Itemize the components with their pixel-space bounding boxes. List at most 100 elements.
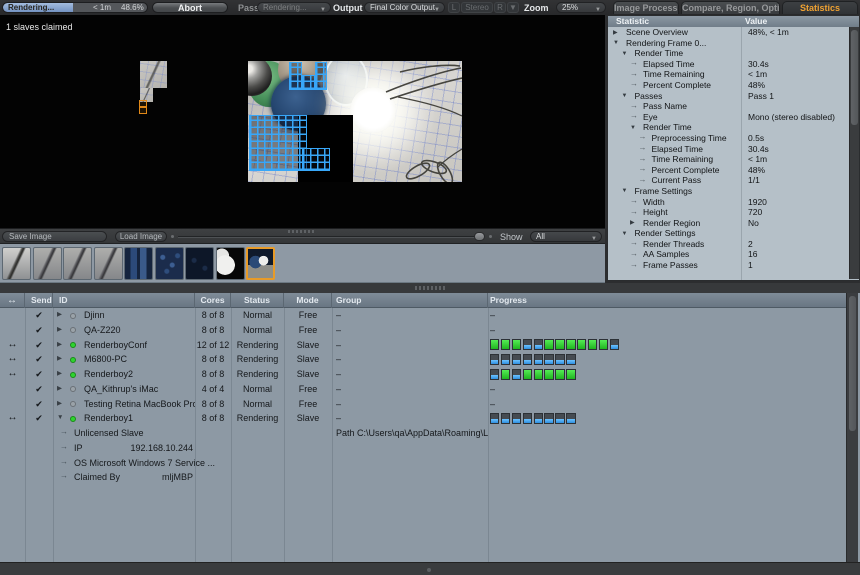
send-checkbox[interactable]: ✔	[25, 308, 53, 323]
row-collapsed-icon[interactable]: ▶	[57, 382, 62, 397]
row-expanded-icon[interactable]: ▼	[57, 411, 63, 426]
pane-splitter[interactable]	[0, 283, 860, 293]
stereo-right-button[interactable]: R	[494, 2, 506, 13]
tree-expanded-icon[interactable]: ▼	[622, 91, 628, 102]
statistics-row[interactable]: →Frame Passes1	[608, 260, 849, 271]
scrollbar-thumb[interactable]	[851, 30, 858, 125]
thumb-needle-4[interactable]	[94, 247, 123, 280]
statistics-row[interactable]: ▼PassesPass 1	[608, 91, 849, 102]
row-collapsed-icon[interactable]: ▶	[57, 338, 62, 353]
statistics-row[interactable]: →Current Pass1/1	[608, 175, 849, 186]
thumb-blue-speckle[interactable]	[155, 247, 184, 280]
mode-column-header[interactable]: Mode	[284, 293, 332, 308]
send-checkbox[interactable]: ✔	[25, 352, 53, 367]
group-column-header[interactable]: Group	[332, 293, 488, 308]
statistics-row[interactable]: →Percent Complete48%	[608, 165, 849, 176]
scrollbar-grip[interactable]	[427, 568, 431, 572]
show-dropdown[interactable]: All▼	[530, 231, 602, 242]
status-dot-idle	[70, 313, 76, 319]
pass-dropdown[interactable]: Rendering...▼	[257, 2, 331, 13]
statistics-row[interactable]: ▶Render RegionNo	[608, 218, 849, 229]
horizontal-scrollbar[interactable]	[0, 562, 860, 575]
stereo-dropdown[interactable]: ▼	[507, 2, 519, 13]
tab-compare-region-options[interactable]: Compare, Region, Options	[681, 1, 780, 14]
statistics-row[interactable]: →Elapsed Time30.4s	[608, 144, 849, 155]
statistics-row[interactable]: →Time Remaining< 1m	[608, 69, 849, 80]
thumb-bw-split[interactable]	[216, 247, 245, 280]
send-checkbox[interactable]: ✔	[25, 411, 53, 426]
stereo-left-button[interactable]: L	[448, 2, 460, 13]
splitter-grip[interactable]	[415, 286, 445, 290]
id-column-header[interactable]: ID	[53, 293, 195, 308]
tree-collapsed-icon[interactable]: ▶	[613, 28, 618, 39]
slave-row[interactable]: ↔✔▶RenderboyConf12 of 12RenderingSlave–	[0, 338, 846, 353]
send-checkbox[interactable]: ✔	[25, 367, 53, 382]
resize-grip[interactable]	[288, 230, 314, 233]
statistics-row[interactable]: →Height720	[608, 207, 849, 218]
history-slider-track[interactable]	[178, 236, 476, 238]
row-collapsed-icon[interactable]: ▶	[57, 323, 62, 338]
statistics-row[interactable]: ▼Frame Settings	[608, 186, 849, 197]
abort-button[interactable]: Abort	[152, 2, 228, 13]
row-collapsed-icon[interactable]: ▶	[57, 308, 62, 323]
row-collapsed-icon[interactable]: ▶	[57, 367, 62, 382]
send-checkbox[interactable]: ✔	[25, 397, 53, 412]
history-slider-handle[interactable]	[474, 232, 485, 241]
slave-row[interactable]: ↔✔▶Renderboy28 of 8RenderingSlave–	[0, 367, 846, 382]
slave-row[interactable]: ↔✔▼Renderboy18 of 8RenderingSlave–	[0, 411, 846, 426]
statistics-row[interactable]: →Percent Complete48%	[608, 80, 849, 91]
thumb-blue-blocks[interactable]	[124, 247, 153, 280]
row-collapsed-icon[interactable]: ▶	[57, 352, 62, 367]
zoom-dropdown[interactable]: 25%▼	[556, 2, 606, 13]
output-dropdown[interactable]: Final Color Output▼	[364, 2, 445, 13]
statistics-row[interactable]: →Width1920	[608, 197, 849, 208]
status-column-header[interactable]: Status	[231, 293, 284, 308]
slave-row[interactable]: ✔▶Testing Retina MacBook Pro8 of 8Normal…	[0, 397, 846, 412]
slave-row[interactable]: ✔▶QA-Z2208 of 8NormalFree––	[0, 323, 846, 338]
statistics-row[interactable]: →AA Samples16	[608, 249, 849, 260]
tab-statistics[interactable]: Statistics	[782, 1, 858, 14]
load-image-button[interactable]: Load Image	[115, 231, 167, 242]
send-checkbox[interactable]: ✔	[25, 323, 53, 338]
tree-expanded-icon[interactable]: ▼	[622, 49, 628, 60]
save-image-button[interactable]: Save Image	[2, 231, 107, 242]
slave-row[interactable]: ↔✔▶M6800-PC8 of 8RenderingSlave–	[0, 352, 846, 367]
statistics-row[interactable]: →Time Remaining< 1m	[608, 154, 849, 165]
tree-expanded-icon[interactable]: ▼	[622, 186, 628, 197]
render-preview-canvas[interactable]: 1 slaves claimed	[0, 15, 605, 228]
statistics-row[interactable]: →Preprocessing Time0.5s	[608, 133, 849, 144]
statistics-row[interactable]: ▼Render Time	[608, 122, 849, 133]
thumb-needle-2[interactable]	[33, 247, 62, 280]
statistics-row[interactable]: ▶Scene Overview48%, < 1m	[608, 27, 849, 38]
slave-row[interactable]: ✔▶Djinn8 of 8NormalFree––	[0, 308, 846, 323]
row-collapsed-icon[interactable]: ▶	[57, 397, 62, 412]
statistics-row[interactable]: →Render Threads2	[608, 239, 849, 250]
group-cell: –	[332, 397, 488, 412]
statistics-row[interactable]: ▼Rendering Frame 0...	[608, 38, 849, 49]
statistics-scrollbar[interactable]	[849, 27, 859, 279]
tree-expanded-icon[interactable]: ▼	[613, 38, 619, 49]
thumb-needle-1[interactable]	[2, 247, 31, 280]
stereo-button[interactable]: Stereo	[461, 2, 493, 13]
thumb-needle-3[interactable]	[63, 247, 92, 280]
slave-table-scrollbar[interactable]	[846, 293, 858, 562]
statistics-row[interactable]: ▼Render Settings	[608, 228, 849, 239]
bucket-progress-cell	[534, 413, 543, 424]
tree-expanded-icon[interactable]: ▼	[622, 229, 628, 240]
tree-expanded-icon[interactable]: ▼	[630, 123, 636, 134]
thumb-dark-navy[interactable]	[185, 247, 214, 280]
statistics-row[interactable]: →Elapsed Time30.4s	[608, 59, 849, 70]
tab-image-processing[interactable]: Image Processing	[613, 1, 679, 14]
send-column-header[interactable]: Send	[25, 293, 53, 308]
statistics-row[interactable]: ▼Render Time	[608, 48, 849, 59]
cores-column-header[interactable]: Cores	[195, 293, 231, 308]
tree-collapsed-icon[interactable]: ▶	[630, 218, 635, 229]
thumb-current-render[interactable]	[246, 247, 275, 280]
scrollbar-thumb[interactable]	[849, 296, 856, 431]
slave-row[interactable]: ✔▶QA_Kithrup's iMac4 of 4NormalFree––	[0, 382, 846, 397]
send-checkbox[interactable]: ✔	[25, 382, 53, 397]
statistics-row[interactable]: →EyeMono (stereo disabled)	[608, 112, 849, 123]
send-checkbox[interactable]: ✔	[25, 338, 53, 353]
progress-column-header[interactable]: Progress	[488, 293, 845, 308]
statistics-row[interactable]: →Pass Name	[608, 101, 849, 112]
